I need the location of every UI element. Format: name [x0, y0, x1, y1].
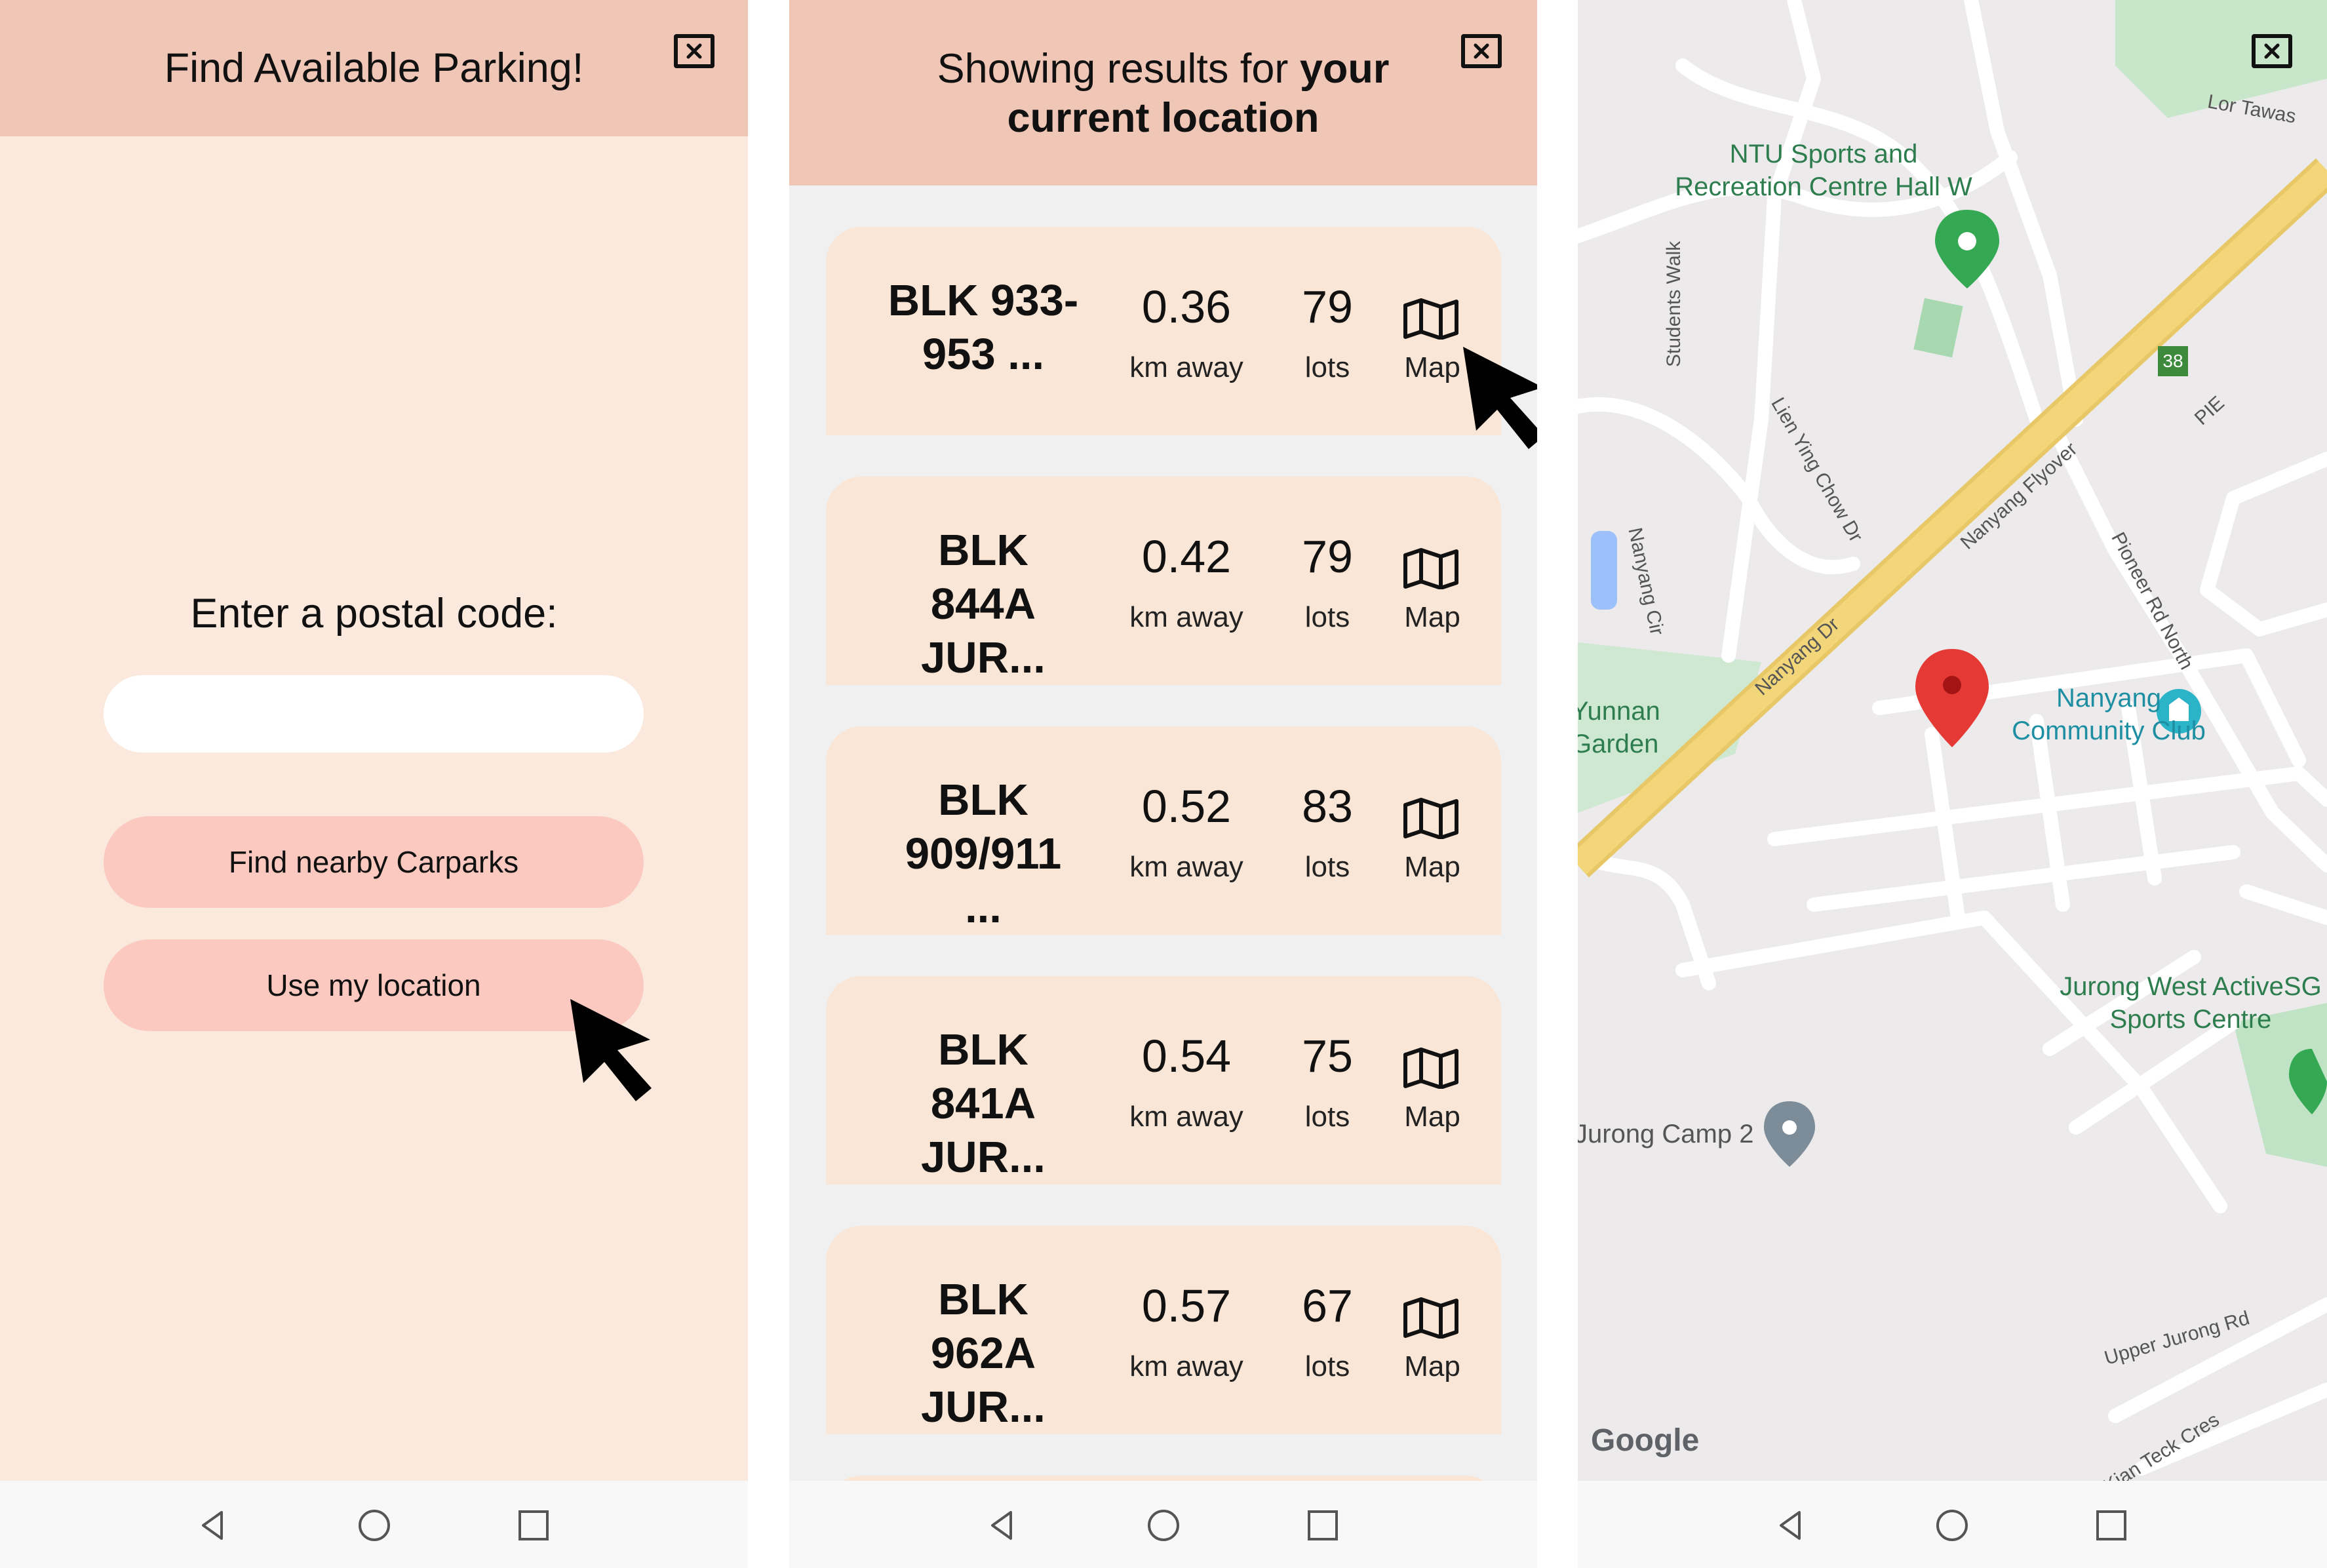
search-header: Find Available Parking! — [0, 0, 748, 136]
map-icon[interactable] — [1403, 547, 1459, 589]
street-label: Students Walk — [1663, 241, 1685, 367]
carpark-lots: 67 — [1302, 1280, 1353, 1331]
map-icon[interactable] — [1403, 797, 1459, 839]
place-label-jurong-west: Jurong West ActiveSG Sports Centre — [2060, 972, 2322, 1034]
carpark-lots: 75 — [1302, 1030, 1353, 1082]
place-label-community-club: Nanyang Community Club — [2012, 684, 2206, 745]
pond — [1591, 531, 1617, 610]
google-logo: Google — [1591, 1423, 1700, 1458]
use-location-label: Use my location — [266, 968, 481, 1002]
recents-icon[interactable] — [517, 1508, 551, 1542]
carpark-card[interactable]: BLK 933-953 ... 0.36 km away 79 lots Map — [826, 227, 1501, 435]
results-title: Showing results for your current locatio… — [789, 45, 1537, 143]
back-icon[interactable] — [986, 1508, 1020, 1542]
postal-code-input[interactable] — [104, 675, 644, 753]
location-marker-dot — [1943, 676, 1961, 694]
close-icon — [2264, 43, 2280, 59]
find-carparks-label: Find nearby Carparks — [228, 845, 519, 879]
android-nav-bar — [1578, 1481, 2327, 1568]
carpark-name: BLK 909/911 ... — [905, 775, 1062, 932]
carpark-card[interactable]: BLK 841A JUR... 0.54 km away 75 lots Map — [826, 976, 1501, 1185]
close-icon — [686, 43, 702, 59]
map-icon[interactable] — [1403, 1047, 1459, 1089]
cursor-icon — [1463, 347, 1537, 449]
place-label-yunnan: Yunnan Garden — [1578, 697, 1660, 758]
map-button-label[interactable]: Map — [1390, 851, 1475, 884]
map-button-label[interactable]: Map — [1390, 1101, 1475, 1133]
map-canvas[interactable]: 38 — [1578, 0, 2327, 1481]
carpark-name: BLK 841A JUR... — [921, 1025, 1046, 1182]
lots-unit: lots — [1304, 1350, 1350, 1382]
home-icon[interactable] — [1935, 1508, 1969, 1542]
carpark-distance: 0.36 — [1141, 281, 1232, 332]
recents-icon[interactable] — [1306, 1508, 1340, 1542]
distance-unit: km away — [1129, 851, 1243, 883]
close-button[interactable] — [1461, 34, 1502, 68]
map-button-label[interactable]: Map — [1390, 1350, 1475, 1383]
home-icon[interactable] — [357, 1508, 391, 1542]
back-icon[interactable] — [1774, 1508, 1809, 1542]
postal-code-label: Enter a postal code: — [190, 591, 558, 637]
carpark-distance: 0.42 — [1141, 531, 1232, 582]
lots-unit: lots — [1304, 351, 1350, 383]
distance-unit: km away — [1129, 351, 1243, 383]
place-pin-dot — [1782, 1120, 1797, 1135]
map-icon[interactable] — [1403, 298, 1459, 340]
exit-number: 38 — [2162, 351, 2183, 371]
lots-unit: lots — [1304, 851, 1350, 883]
carpark-lots: 79 — [1302, 531, 1353, 582]
carpark-name: BLK 933-953 ... — [888, 276, 1079, 379]
carpark-card[interactable]: BLK 844A JUR... 0.42 km away 79 lots Map — [826, 477, 1501, 685]
carpark-name: BLK 844A JUR... — [921, 526, 1046, 682]
close-button[interactable] — [674, 34, 714, 68]
recents-icon[interactable] — [2094, 1508, 2128, 1542]
carpark-name: BLK 962A JUR... — [921, 1275, 1046, 1432]
carpark-distance: 0.52 — [1141, 781, 1232, 832]
carpark-lots: 79 — [1302, 281, 1353, 332]
close-icon — [1474, 43, 1489, 59]
android-nav-bar — [0, 1481, 748, 1568]
park-pin-dot — [1958, 232, 1976, 250]
distance-unit: km away — [1129, 1350, 1243, 1382]
carpark-distance: 0.57 — [1141, 1280, 1232, 1331]
results-screen: Showing results for your current locatio… — [789, 0, 1537, 1568]
find-carparks-button[interactable]: Find nearby Carparks — [104, 816, 644, 908]
map-icon[interactable] — [1403, 1297, 1459, 1339]
close-button[interactable] — [2252, 34, 2292, 68]
use-location-button[interactable]: Use my location — [104, 939, 644, 1031]
map-screen: 38 NTU Sports and Recreation Centre Hall… — [1578, 0, 2327, 1568]
lots-unit: lots — [1304, 1101, 1350, 1133]
carpark-card[interactable]: BLK 962A JUR... 0.57 km away 67 lots Map — [826, 1226, 1501, 1434]
results-title-prefix: Showing results for — [937, 46, 1300, 92]
search-screen: Find Available Parking! Enter a postal c… — [0, 0, 748, 1568]
cursor-icon — [570, 999, 652, 1101]
carpark-lots: 83 — [1302, 781, 1353, 832]
place-label-ntu: NTU Sports and Recreation Centre Hall W — [1675, 140, 1972, 201]
back-icon[interactable] — [197, 1508, 231, 1542]
distance-unit: km away — [1129, 601, 1243, 633]
carpark-card[interactable]: BLK 909/911 ... 0.52 km away 83 lots Map — [826, 726, 1501, 935]
distance-unit: km away — [1129, 1101, 1243, 1133]
results-header: Showing results for your current locatio… — [789, 0, 1537, 186]
carpark-distance: 0.54 — [1141, 1030, 1232, 1082]
map-button-label[interactable]: Map — [1390, 601, 1475, 634]
home-icon[interactable] — [1146, 1508, 1181, 1542]
lots-unit: lots — [1304, 601, 1350, 633]
page-title: Find Available Parking! — [164, 45, 584, 91]
place-label-camp: Jurong Camp 2 — [1578, 1120, 1754, 1148]
android-nav-bar — [789, 1481, 1537, 1568]
